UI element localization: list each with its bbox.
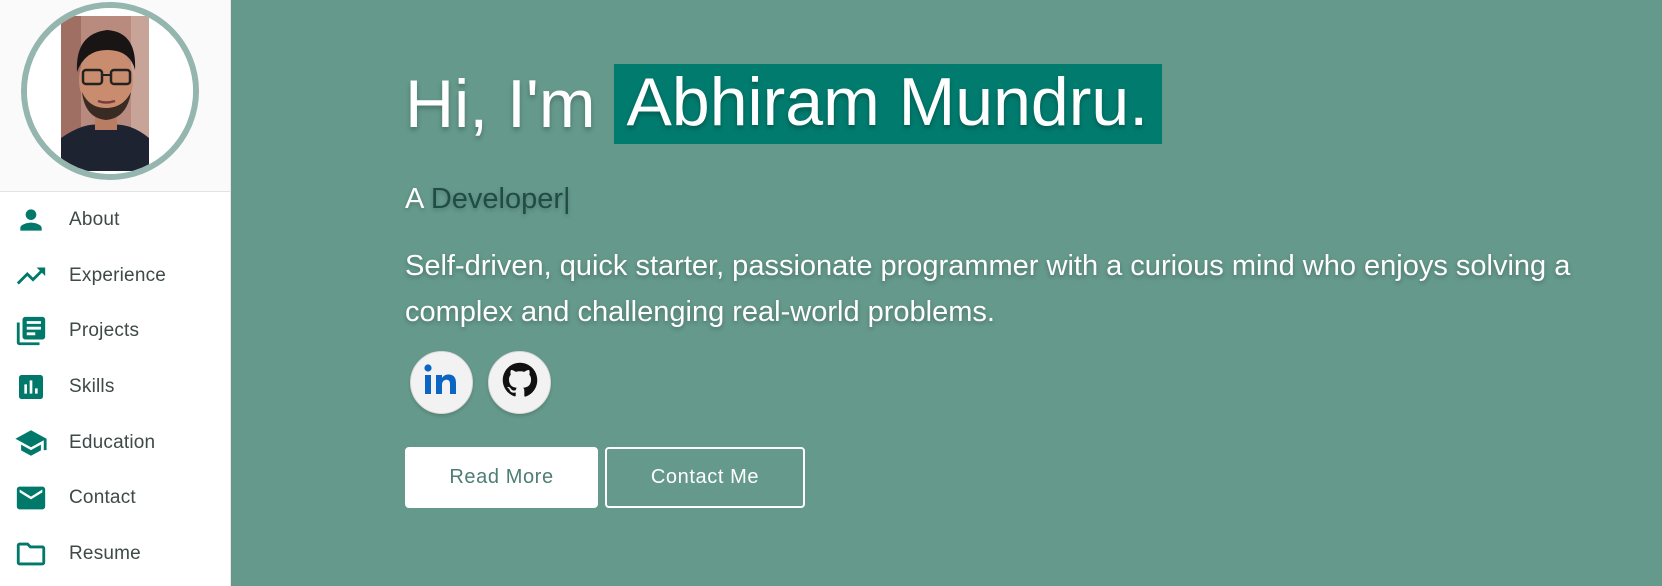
trending-up-icon bbox=[14, 259, 48, 293]
hero-section: Hi, I'm Abhiram Mundru. A Developer| Sel… bbox=[231, 0, 1662, 586]
hero-description: Self-driven, quick starter, passionate p… bbox=[405, 250, 1571, 328]
read-more-button[interactable]: Read More bbox=[405, 447, 598, 508]
sidebar-item-experience[interactable]: Experience bbox=[0, 248, 230, 304]
sidebar-item-resume[interactable]: Resume bbox=[0, 526, 230, 582]
sidebar-item-label: About bbox=[69, 208, 120, 230]
social-links bbox=[410, 351, 551, 414]
profile-header bbox=[0, 0, 230, 192]
hero-tagline: A Developer| bbox=[405, 183, 571, 216]
bar-chart-icon bbox=[14, 370, 48, 404]
greeting-prefix: Hi, I'm bbox=[405, 66, 596, 142]
folder-icon bbox=[14, 537, 48, 571]
sidebar-item-projects[interactable]: Projects bbox=[0, 303, 230, 359]
profile-photo bbox=[27, 8, 193, 174]
sidebar-item-education[interactable]: Education bbox=[0, 415, 230, 471]
page: About Experience Projects Skills Educati… bbox=[0, 0, 1662, 586]
contact-me-button[interactable]: Contact Me bbox=[605, 447, 805, 508]
typing-cursor: | bbox=[563, 183, 571, 215]
hero-actions: Read More Contact Me bbox=[405, 447, 805, 508]
library-books-icon bbox=[14, 314, 48, 348]
sidebar-item-about[interactable]: About bbox=[0, 192, 230, 248]
github-link[interactable] bbox=[488, 351, 551, 414]
sidebar-item-label: Projects bbox=[69, 320, 140, 342]
sidebar-item-label: Skills bbox=[69, 375, 115, 397]
person-icon bbox=[14, 203, 48, 237]
sidebar-item-contact[interactable]: Contact bbox=[0, 470, 230, 526]
mail-icon bbox=[14, 481, 48, 515]
hero-heading: Hi, I'm Abhiram Mundru. bbox=[405, 64, 1163, 144]
tagline-role: Developer bbox=[430, 183, 563, 215]
sidebar-nav: About Experience Projects Skills Educati… bbox=[0, 192, 230, 582]
tagline-prefix: A bbox=[405, 183, 423, 215]
sidebar-item-label: Contact bbox=[69, 487, 136, 509]
linkedin-link[interactable] bbox=[410, 351, 473, 414]
sidebar: About Experience Projects Skills Educati… bbox=[0, 0, 231, 586]
school-icon bbox=[14, 426, 48, 460]
avatar bbox=[21, 2, 199, 180]
hero-name: Abhiram Mundru. bbox=[613, 64, 1163, 144]
linkedin-icon bbox=[423, 363, 461, 402]
sidebar-item-label: Resume bbox=[69, 542, 141, 564]
sidebar-item-label: Education bbox=[69, 431, 156, 453]
sidebar-item-label: Experience bbox=[69, 264, 167, 286]
github-icon bbox=[502, 362, 538, 403]
sidebar-item-skills[interactable]: Skills bbox=[0, 359, 230, 415]
